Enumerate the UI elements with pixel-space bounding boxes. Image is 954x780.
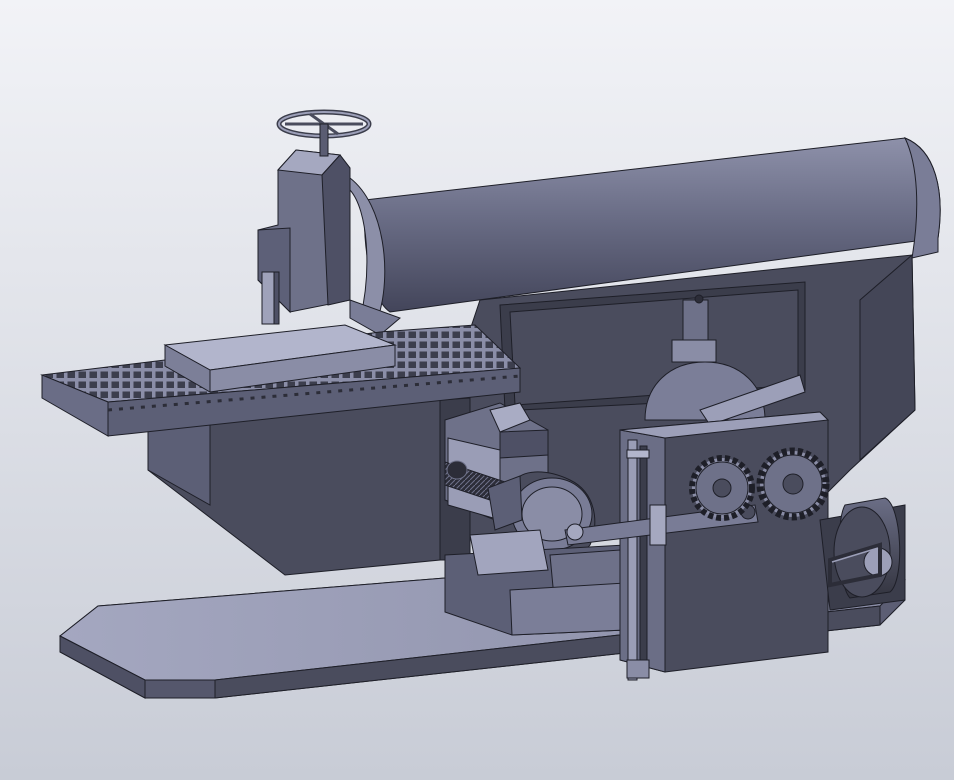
shaper-machine-scene	[0, 0, 954, 780]
cad-viewport[interactable]	[0, 0, 954, 780]
